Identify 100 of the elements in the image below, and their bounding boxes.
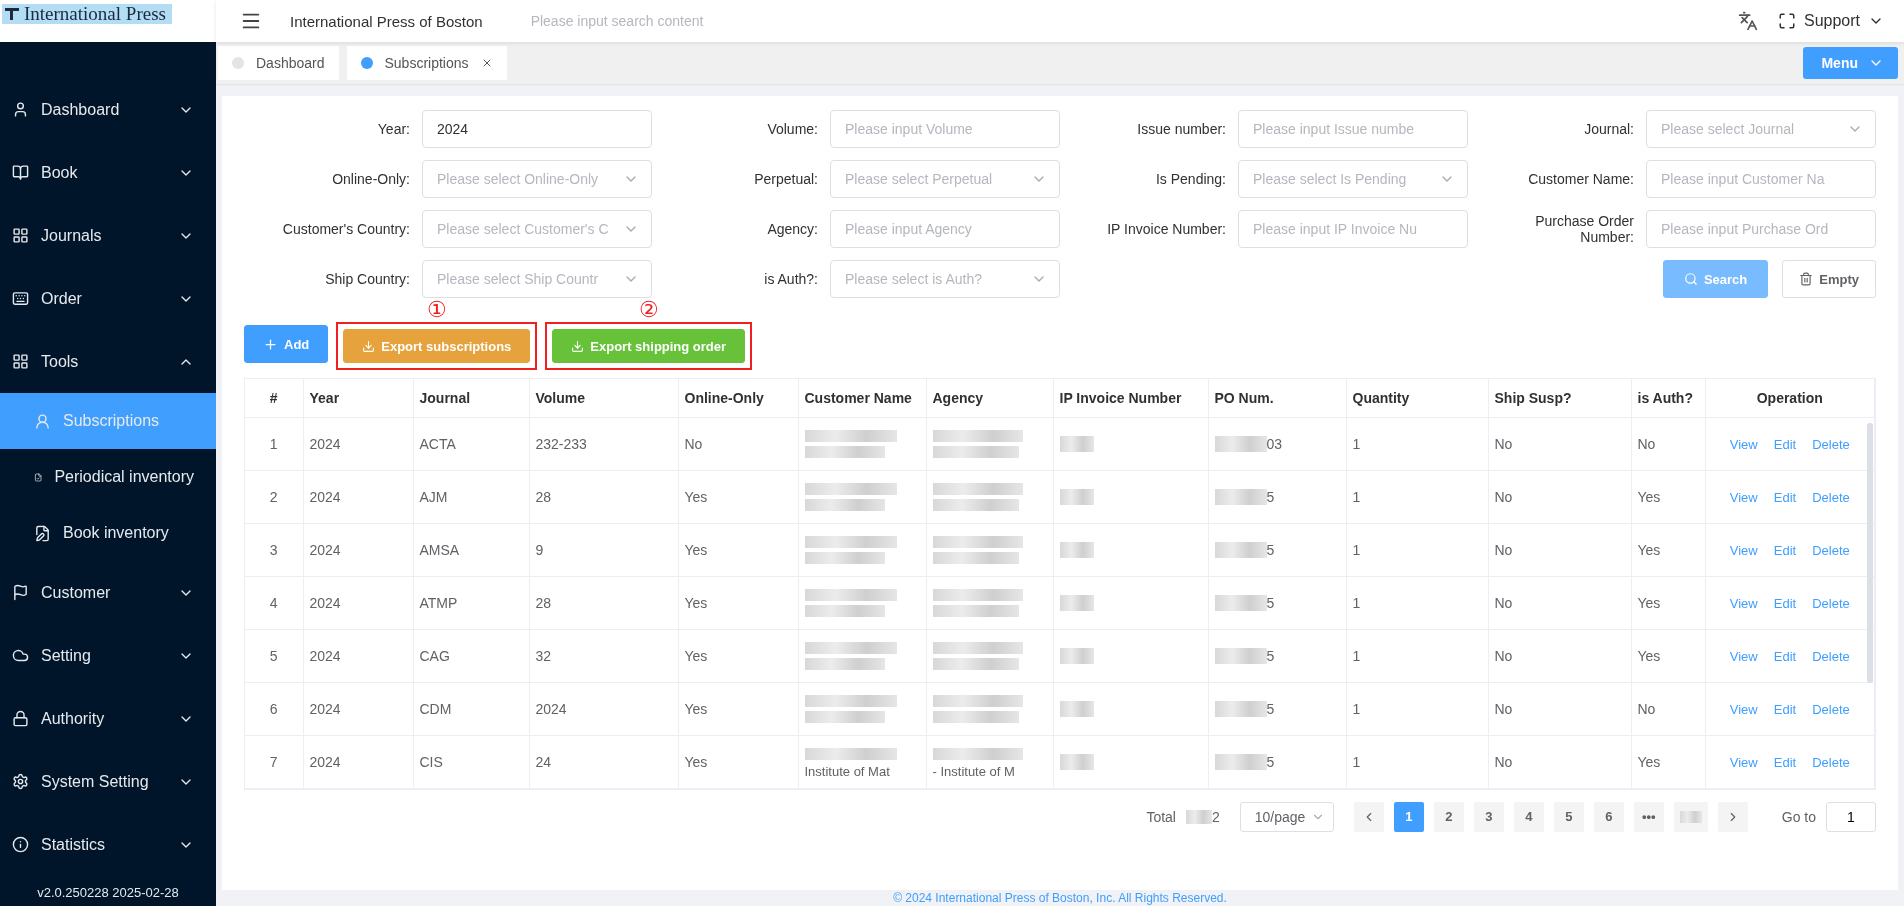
sidebar-item[interactable]: Tools	[0, 330, 216, 393]
page-button[interactable]: 2	[1433, 801, 1464, 832]
column-header: is Auth?	[1631, 379, 1705, 417]
row-action-link[interactable]: View	[1729, 648, 1758, 664]
table-cell: ACTA	[413, 417, 529, 470]
table-cell: Yes	[678, 682, 798, 735]
sidebar-item[interactable]: Journals	[0, 204, 216, 267]
total-label: Total	[1146, 808, 1176, 825]
page-button[interactable]: 4	[1513, 801, 1544, 832]
search-button[interactable]: Search	[1662, 260, 1769, 298]
tab[interactable]: Subscriptions	[346, 46, 507, 80]
table-cell: No	[1488, 682, 1631, 735]
select-field[interactable]: Please select Journal	[1646, 110, 1876, 148]
row-action-link[interactable]: Edit	[1773, 754, 1797, 770]
fullscreen-icon[interactable]	[1777, 12, 1796, 30]
row-action-link[interactable]: Delete	[1812, 436, 1850, 452]
row-action-link[interactable]: Delete	[1812, 754, 1850, 770]
field-label: Agency:	[767, 220, 818, 238]
sidebar-item[interactable]: Periodical inventory	[0, 449, 216, 505]
table-cell: 5	[1266, 488, 1275, 505]
redacted-text	[1214, 647, 1267, 664]
input-field[interactable]: Please input Volume	[830, 110, 1060, 148]
field-label: Volume:	[767, 120, 818, 138]
page-button[interactable]: 5	[1553, 801, 1584, 832]
row-action-link[interactable]: Delete	[1812, 542, 1850, 558]
row-action-link[interactable]: Edit	[1773, 595, 1797, 611]
sidebar-item[interactable]: Setting	[0, 624, 216, 687]
input-field[interactable]: Please input IP Invoice Nu	[1238, 210, 1468, 248]
page-size-select[interactable]: 10/page	[1239, 801, 1334, 832]
row-action-link[interactable]: View	[1729, 542, 1758, 558]
sidebar-item[interactable]: System Setting	[0, 750, 216, 813]
table-cell: 1	[1346, 735, 1488, 788]
site-title: International Press of Boston	[290, 12, 483, 30]
export-button[interactable]: Export subscriptions	[343, 329, 531, 363]
tab[interactable]: Dashboard	[218, 46, 339, 80]
column-header: Operation	[1705, 379, 1875, 417]
sidebar-item[interactable]: Authority	[0, 687, 216, 750]
table-cell: 1	[1346, 629, 1488, 682]
row-action-link[interactable]: View	[1729, 701, 1758, 717]
empty-button[interactable]: Empty	[1782, 260, 1876, 298]
row-action-link[interactable]: View	[1729, 436, 1758, 452]
row-action-link[interactable]: View	[1729, 595, 1758, 611]
input-field[interactable]: 2024	[422, 110, 652, 148]
table-cell: Yes	[1631, 629, 1705, 682]
row-action-link[interactable]: Edit	[1773, 701, 1797, 717]
total-count: 2	[1211, 808, 1220, 825]
table-cell: 2024	[529, 682, 678, 735]
table-cell: 1	[1346, 417, 1488, 470]
download-icon	[362, 339, 376, 353]
page-button[interactable]: •••	[1633, 801, 1664, 832]
sidebar-item[interactable]: Subscriptions	[0, 393, 216, 449]
input-field[interactable]: Please input Purchase Ord	[1646, 210, 1876, 248]
table-cell: 1	[245, 417, 303, 470]
support-menu[interactable]: Support	[1771, 11, 1890, 31]
table-cell: No	[1488, 417, 1631, 470]
input-field[interactable]: Please input Agency	[830, 210, 1060, 248]
row-action-link[interactable]: Delete	[1812, 595, 1850, 611]
input-field[interactable]: Please input Customer Na	[1646, 160, 1876, 198]
select-field[interactable]: Please select Is Pending	[1238, 160, 1468, 198]
page-button[interactable]: 6	[1593, 801, 1624, 832]
row-action-link[interactable]: Edit	[1773, 489, 1797, 505]
page-button[interactable]: 3	[1473, 801, 1504, 832]
settings-icon	[12, 773, 29, 790]
sidebar-item[interactable]: Book inventory	[0, 505, 216, 561]
row-action-link[interactable]: Edit	[1773, 542, 1797, 558]
redacted-text	[1059, 488, 1094, 505]
field-label: Perpetual:	[754, 170, 818, 188]
keyboard-icon	[12, 290, 29, 307]
select-field[interactable]: Please select Perpetual	[830, 160, 1060, 198]
select-field[interactable]: Please select Ship Countr	[422, 260, 652, 298]
input-field[interactable]: Please input Issue numbe	[1238, 110, 1468, 148]
row-action-link[interactable]: Delete	[1812, 648, 1850, 664]
sidebar-item[interactable]: Statistics	[0, 813, 216, 876]
row-action-link[interactable]: Delete	[1812, 701, 1850, 717]
add-button[interactable]: Add	[244, 325, 329, 363]
select-field[interactable]: Please select is Auth?	[830, 260, 1060, 298]
table-cell: 1	[1346, 682, 1488, 735]
page-button[interactable]: 1	[1393, 801, 1424, 832]
table-cell: No	[1488, 523, 1631, 576]
row-action-link[interactable]: Edit	[1773, 436, 1797, 452]
row-action-link[interactable]: Edit	[1773, 648, 1797, 664]
row-action-link[interactable]: Delete	[1812, 489, 1850, 505]
row-action-link[interactable]: View	[1729, 489, 1758, 505]
sidebar-item[interactable]: Dashboard	[0, 78, 216, 141]
scrollbar[interactable]	[1867, 423, 1873, 683]
translate-icon[interactable]	[1737, 11, 1758, 31]
table-cell: Yes	[678, 576, 798, 629]
menu-button[interactable]: Menu	[1803, 47, 1898, 79]
table-cell: No	[1631, 682, 1705, 735]
select-field[interactable]: Please select Online-Only	[422, 160, 652, 198]
sidebar-item[interactable]: Book	[0, 141, 216, 204]
table-cell: 5	[245, 629, 303, 682]
row-action-link[interactable]: View	[1729, 754, 1758, 770]
table-cell: 6	[245, 682, 303, 735]
redacted-text	[1059, 700, 1094, 717]
sidebar-item[interactable]: Customer	[0, 561, 216, 624]
select-field[interactable]: Please select Customer's C	[422, 210, 652, 248]
export-button[interactable]: Export shipping order	[552, 329, 746, 363]
sidebar-item[interactable]: Order	[0, 267, 216, 330]
goto-field[interactable]: 1	[1826, 801, 1876, 832]
